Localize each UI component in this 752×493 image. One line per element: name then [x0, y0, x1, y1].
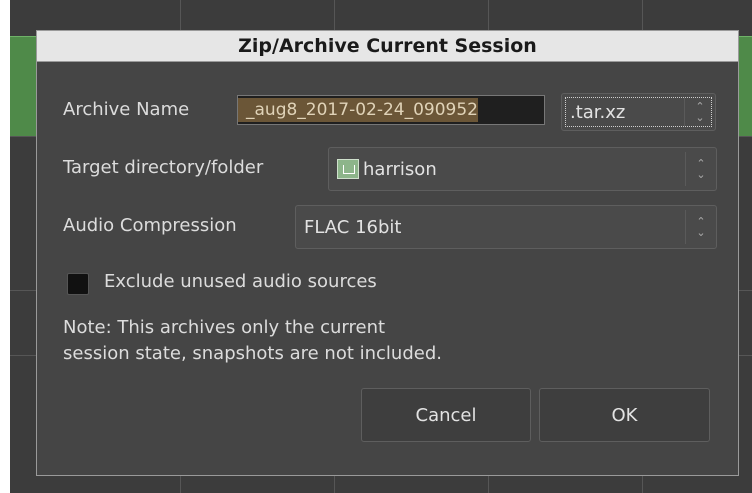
ok-button[interactable]: OK: [539, 388, 710, 442]
archive-name-label: Archive Name: [63, 99, 190, 120]
updown-arrows-icon: ⌃ ⌄: [684, 98, 715, 126]
extension-select[interactable]: .tar.xz ⌃ ⌄: [561, 93, 716, 131]
exclude-unused-checkbox[interactable]: [67, 273, 89, 295]
archive-name-text: _aug8_2017-02-24_090952: [238, 98, 478, 122]
cancel-button[interactable]: Cancel: [361, 388, 531, 442]
updown-arrows-icon: ⌃ ⌄: [685, 152, 716, 186]
target-dir-label: Target directory/folder: [63, 157, 264, 178]
background-track-region: [10, 36, 38, 137]
audio-compression-select[interactable]: FLAC 16bit ⌃ ⌄: [295, 205, 717, 249]
dialog-title: Zip/Archive Current Session: [37, 31, 738, 62]
audio-compression-value: FLAC 16bit: [304, 216, 402, 238]
note-line: Note: This archives only the current: [63, 317, 386, 338]
updown-arrows-icon: ⌃ ⌄: [685, 210, 716, 244]
target-directory-select[interactable]: harrison ⌃ ⌄: [328, 147, 717, 191]
archive-session-dialog: Zip/Archive Current Session Archive Name…: [36, 30, 739, 476]
target-dir-value: harrison: [363, 158, 437, 180]
home-folder-icon: [337, 159, 359, 179]
audio-compression-label: Audio Compression: [63, 215, 237, 236]
note-line: session state, snapshots are not include…: [63, 343, 442, 364]
archive-name-input[interactable]: _aug8_2017-02-24_090952: [237, 95, 545, 125]
background-track-region: [738, 36, 752, 137]
exclude-unused-label[interactable]: Exclude unused audio sources: [104, 271, 377, 292]
note-text: Note: This archives only the current ses…: [63, 315, 442, 367]
